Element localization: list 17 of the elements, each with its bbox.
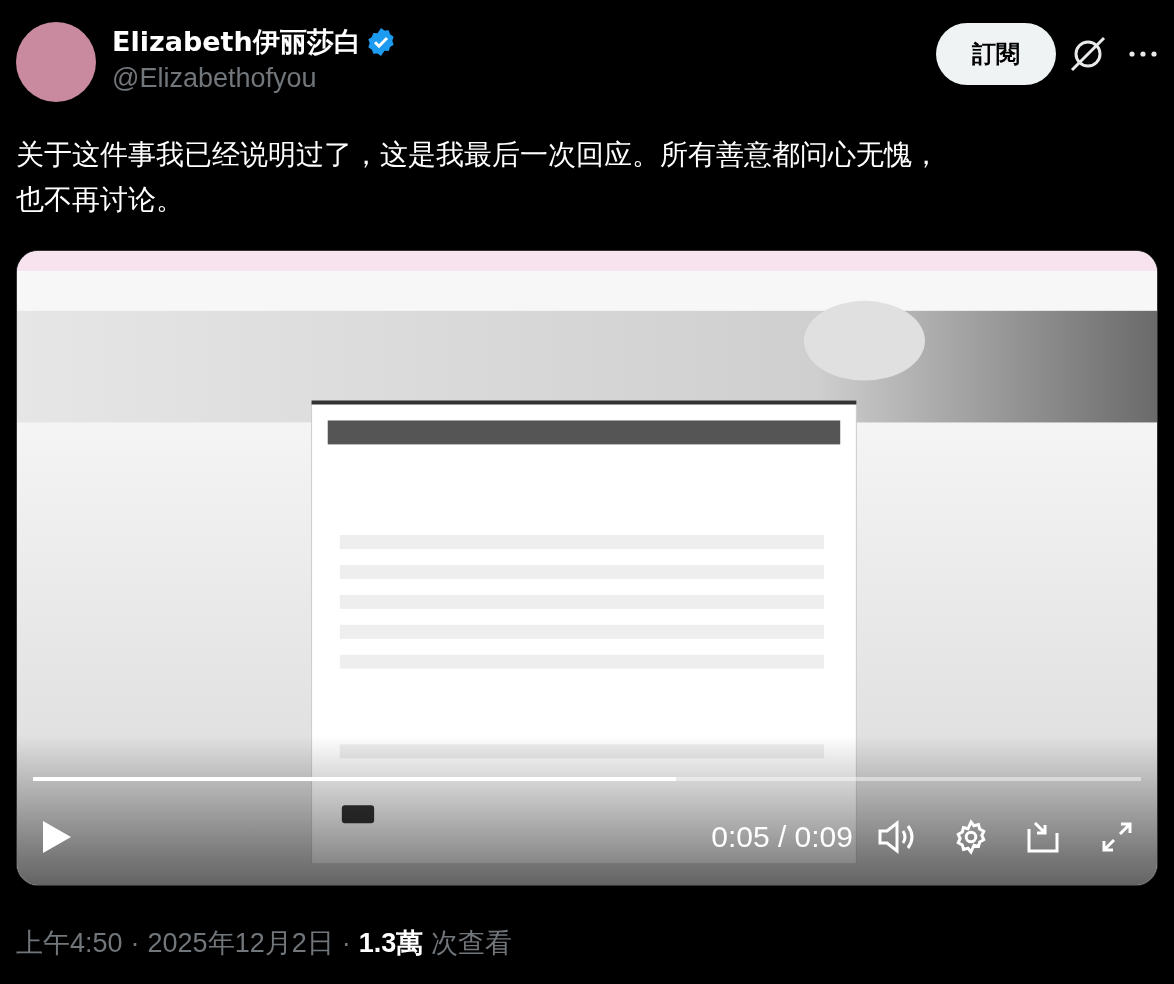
- post-time[interactable]: 上午4:50: [16, 923, 123, 964]
- video-player[interactable]: 0:05 / 0:09: [16, 250, 1158, 886]
- author-handle[interactable]: @Elizabethofyou: [112, 60, 397, 96]
- separator-dot: ·: [130, 927, 140, 960]
- video-time: 0:05 / 0:09: [711, 819, 853, 855]
- subscribe-button[interactable]: 訂閱: [936, 23, 1056, 85]
- views-label: 次查看: [431, 927, 513, 960]
- post-text-line: 也不再讨论。: [16, 182, 185, 218]
- post-date[interactable]: 2025年12月2日: [147, 923, 334, 964]
- play-icon[interactable]: [41, 818, 73, 855]
- fullscreen-icon[interactable]: [1101, 820, 1133, 853]
- post-text-line: 关于这件事我已经说明过了，这是我最后一次回应。所有善意都问心无愧，: [16, 137, 941, 173]
- progress-track[interactable]: [33, 777, 1141, 781]
- more-icon[interactable]: [1128, 50, 1158, 58]
- separator-dot: ·: [341, 927, 351, 960]
- view-count: 1.3萬: [358, 927, 424, 960]
- author-name[interactable]: Elizabeth伊丽莎白: [112, 24, 361, 60]
